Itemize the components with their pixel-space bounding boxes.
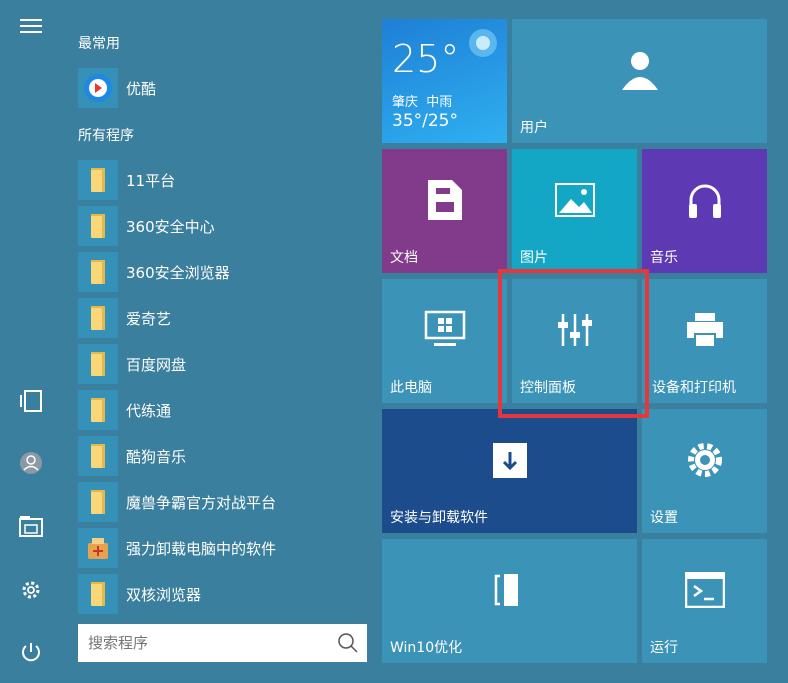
tile-label: 设置 (650, 510, 678, 526)
list-item-label: 360安全中心 (126, 217, 215, 236)
weather-condition: 中雨 (426, 95, 453, 110)
folder-icon (78, 436, 118, 476)
list-item-label: 爱奇艺 (126, 309, 172, 328)
list-item-label: 酷狗音乐 (126, 447, 187, 466)
list-item-label: 强力卸载电脑中的软件 (126, 539, 277, 558)
folder-icon (78, 482, 118, 522)
section-frequent: 最常用 (78, 36, 120, 52)
tablet-mode-button[interactable] (10, 383, 52, 419)
list-item[interactable]: 酷狗音乐 (78, 436, 368, 476)
weather-location: 肇庆 中雨 (392, 91, 452, 110)
tile-label: 此电脑 (390, 380, 432, 396)
list-item[interactable]: 360安全浏览器 (78, 252, 368, 292)
folder-icon (78, 298, 118, 338)
tile-pictures[interactable]: 图片 (512, 149, 637, 273)
folder-icon (78, 574, 118, 614)
section-all-programs: 所有程序 (78, 128, 134, 144)
tile-label: 用户 (520, 120, 548, 136)
list-item-label: 11平台 (126, 171, 176, 190)
weather-temp: 25° (392, 37, 460, 81)
tile-install-uninstall[interactable]: 安装与卸载软件 (382, 409, 637, 533)
tile-settings[interactable]: 设置 (642, 409, 767, 533)
list-item-label: 双核浏览器 (126, 585, 202, 604)
tile-music[interactable]: 音乐 (642, 149, 767, 273)
list-item[interactable]: 双核浏览器 (78, 574, 368, 614)
headphones-icon (642, 149, 767, 251)
tile-user[interactable]: 用户 (512, 19, 767, 143)
tile-label: Win10优化 (390, 640, 463, 656)
tile-run[interactable]: 运行 (642, 539, 767, 663)
search-box[interactable] (78, 624, 367, 662)
tile-devices-printers[interactable]: 设备和打印机 (642, 279, 767, 403)
folder-icon (78, 206, 118, 246)
power-icon (22, 643, 40, 662)
settings-button[interactable] (10, 572, 52, 608)
document-icon (382, 149, 507, 251)
file-explorer-button[interactable] (10, 508, 52, 544)
tile-label: 图片 (520, 250, 548, 266)
list-item[interactable]: 强力卸载电脑中的软件 (78, 528, 368, 568)
list-item-label: 360安全浏览器 (126, 263, 230, 282)
file-explorer-icon (19, 516, 43, 537)
list-item-label: 代练通 (126, 401, 172, 420)
folder-icon (78, 252, 118, 292)
hamburger-menu-button[interactable] (10, 8, 52, 44)
list-item[interactable]: 11平台 (78, 160, 368, 200)
tile-weather[interactable]: 25° 肇庆 中雨 35°/25° (382, 19, 507, 143)
list-item-youku[interactable]: 优酷 (78, 68, 368, 108)
folder-icon (78, 160, 118, 200)
list-item-label: 百度网盘 (126, 355, 187, 374)
hamburger-icon (20, 19, 42, 33)
run-icon (642, 539, 767, 641)
tile-label: 音乐 (650, 250, 678, 266)
list-item[interactable]: 代练通 (78, 390, 368, 430)
settings-icon (642, 409, 767, 511)
youku-icon (78, 68, 118, 108)
tile-label: 运行 (650, 640, 678, 656)
computer-icon (382, 279, 507, 381)
list-item-label: 优酷 (126, 79, 157, 98)
list-item[interactable]: 360安全中心 (78, 206, 368, 246)
power-button[interactable] (10, 634, 52, 670)
list-item[interactable]: 魔兽争霸官方对战平台 (78, 482, 368, 522)
tile-this-pc[interactable]: 此电脑 (382, 279, 507, 403)
settings-icon (22, 581, 40, 599)
user-icon (20, 452, 42, 474)
search-icon[interactable] (337, 632, 359, 654)
box-download-icon (382, 409, 637, 511)
tile-label: 设备和打印机 (652, 380, 736, 396)
highlight-box (498, 269, 649, 418)
search-input[interactable] (86, 633, 330, 653)
weather-range: 35°/25° (392, 111, 458, 131)
uninstall-icon (78, 528, 118, 568)
list-item[interactable]: 百度网盘 (78, 344, 368, 384)
picture-icon (512, 149, 637, 251)
start-menu: 最常用 所有程序 优酷 11平台 360安全中心 360安全浏览器 爱奇艺 百度… (0, 0, 788, 683)
list-item[interactable]: 爱奇艺 (78, 298, 368, 338)
tile-documents[interactable]: 文档 (382, 149, 507, 273)
panel-icon (382, 539, 637, 641)
tile-label: 安装与卸载软件 (390, 510, 488, 526)
printer-icon (642, 279, 767, 381)
weather-city: 肇庆 (392, 95, 419, 110)
tile-label: 文档 (390, 250, 418, 266)
user-account-button[interactable] (10, 445, 52, 481)
user-icon (512, 19, 767, 121)
list-item-label: 魔兽争霸官方对战平台 (126, 493, 277, 512)
folder-icon (78, 344, 118, 384)
tile-win10-optimize[interactable]: Win10优化 (382, 539, 637, 663)
tablet-mode-icon (20, 390, 42, 412)
folder-icon (78, 390, 118, 430)
